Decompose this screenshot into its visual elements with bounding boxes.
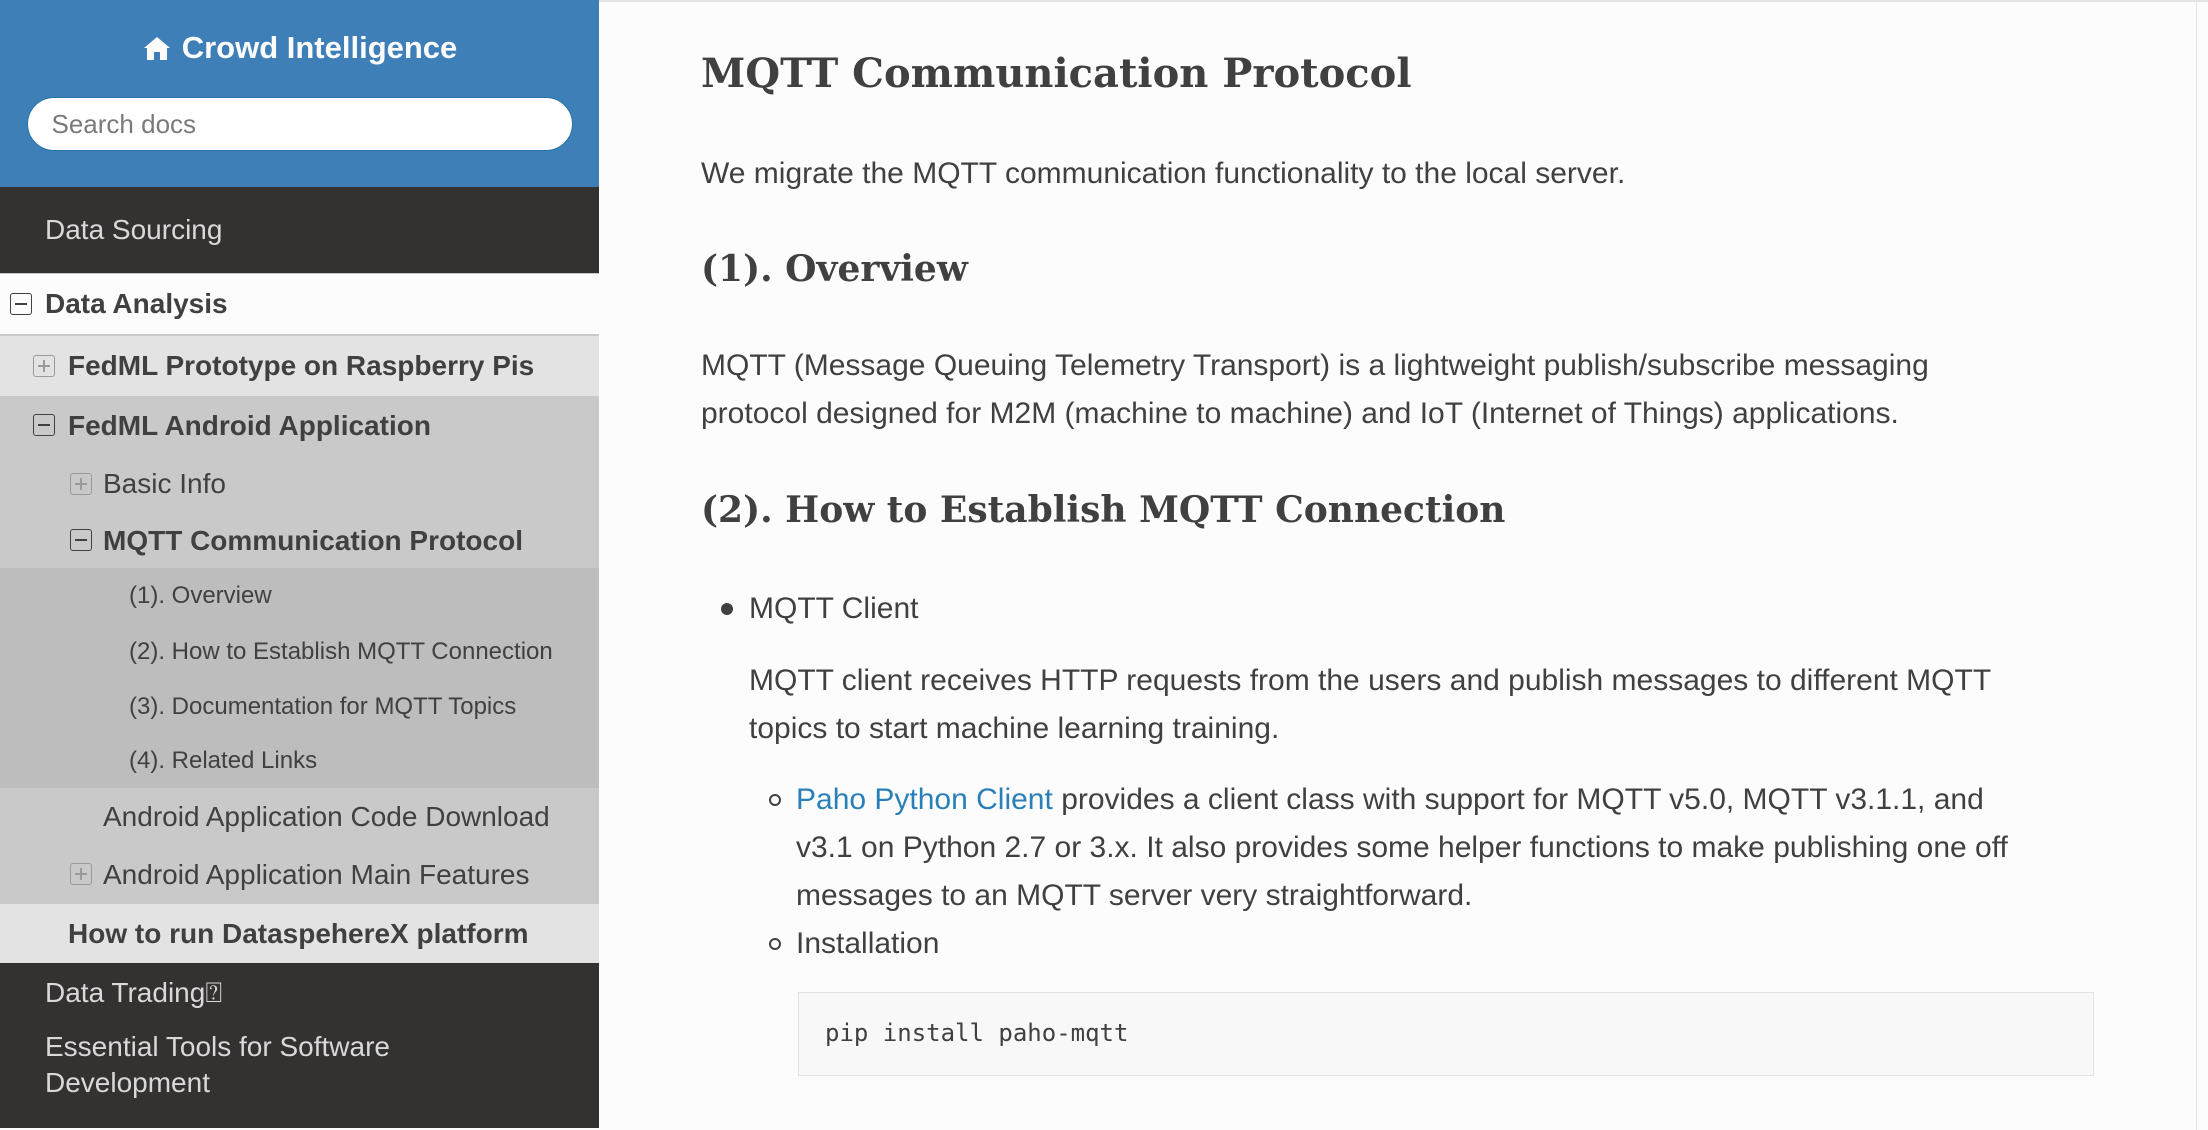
nav-item-label: Data Analysis: [45, 288, 228, 319]
section-heading-overview: (1). Overview: [701, 248, 968, 290]
nav-item-datasphere[interactable]: How to run DataspehereX platform: [0, 903, 599, 963]
nav-item-label: Basic Info: [103, 468, 226, 499]
expand-icon[interactable]: [70, 473, 92, 495]
nav-item-label: Data Sourcing: [45, 214, 223, 245]
brand-label: Crowd Intelligence: [181, 30, 458, 65]
install-command: pip install paho-mqtt: [825, 1019, 1129, 1047]
collapse-icon[interactable]: [70, 529, 92, 551]
sidebar-nav: Data Sourcing Data Analysis FedML Protot…: [0, 187, 599, 1113]
nav-item-main-features[interactable]: Android Application Main Features: [0, 846, 599, 903]
nav-item-label-line2: Development: [45, 1067, 210, 1098]
mqtt-client-paragraph-line2: topics to start machine learning trainin…: [749, 712, 1280, 745]
install-code-block[interactable]: pip install paho-mqtt: [798, 992, 2094, 1076]
paho-paragraph-line2: v3.1 on Python 2.7 or 3.x. It also provi…: [796, 831, 2008, 864]
nav-item-establish[interactable]: (2). How to Establish MQTT Connection: [0, 624, 599, 679]
nav-item-overview[interactable]: (1). Overview: [0, 568, 599, 624]
nav-item-label-line1: Essential Tools for Software: [45, 1031, 390, 1062]
collapse-icon[interactable]: [10, 293, 32, 315]
brand-link[interactable]: Crowd Intelligence: [142, 30, 458, 66]
section-heading-establish: (2). How to Establish MQTT Connection: [701, 489, 1506, 531]
nav-item-documentation[interactable]: (3). Documentation for MQTT Topics: [0, 679, 599, 734]
intro-paragraph: We migrate the MQTT communication functi…: [701, 157, 1626, 190]
home-icon: [143, 37, 170, 60]
collapse-icon[interactable]: [33, 414, 55, 436]
nav-item-fedml-android[interactable]: FedML Android Application: [0, 396, 599, 455]
nav-item-label: (4). Related Links: [129, 747, 318, 774]
nav-item-label: (1). Overview: [129, 582, 272, 609]
nav-item-label: FedML Android Application: [68, 409, 431, 441]
overview-paragraph-line1: MQTT (Message Queuing Telemetry Transpor…: [701, 349, 1929, 382]
nav-item-related-links[interactable]: (4). Related Links: [0, 734, 599, 788]
nav-item-essential-tools[interactable]: Essential Tools for Software Development: [0, 1023, 599, 1113]
mqtt-client-label: MQTT Client: [749, 592, 919, 625]
nav-item-label: FedML Prototype on Raspberry Pis: [68, 350, 535, 381]
nav-item-label: Data Trading⍰: [45, 976, 223, 1008]
paho-paragraph-text: provides a client class with support for…: [1061, 783, 1984, 816]
sidebar-header: Crowd Intelligence: [0, 0, 599, 187]
nav-item-label: (3). Documentation for MQTT Topics: [129, 692, 517, 720]
nav-item-label: Android Application Code Download: [103, 801, 550, 832]
installation-label: Installation: [796, 927, 940, 960]
nav-item-data-sourcing[interactable]: Data Sourcing: [0, 187, 599, 273]
search-input[interactable]: [26, 97, 573, 151]
bullet-circle-icon: [769, 938, 781, 950]
paho-python-client-link[interactable]: Paho Python Client: [796, 783, 1053, 816]
expand-icon[interactable]: [70, 863, 92, 885]
nav-item-data-analysis[interactable]: Data Analysis: [0, 273, 599, 335]
nav-item-label: Android Application Main Features: [103, 858, 530, 890]
mqtt-client-paragraph-line1: MQTT client receives HTTP requests from …: [749, 664, 1992, 697]
overview-paragraph-line2: protocol designed for M2M (machine to ma…: [701, 397, 1899, 430]
expand-icon[interactable]: [33, 355, 55, 377]
nav-item-data-trading[interactable]: Data Trading⍰: [0, 963, 599, 1023]
nav-item-basic-info[interactable]: Basic Info: [0, 455, 599, 513]
nav-item-label: How to run DataspehereX platform: [68, 917, 529, 949]
nav-item-mqtt-protocol[interactable]: MQTT Communication Protocol: [0, 513, 599, 568]
main-content: MQTT Communication Protocol We migrate t…: [599, 0, 2208, 1130]
paho-paragraph-line3: messages to an MQTT server very straight…: [796, 879, 1473, 912]
paho-paragraph-line1: Paho Python Client provides a client cla…: [796, 776, 1984, 824]
sidebar: Crowd Intelligence Data Sourcing Data An…: [0, 0, 599, 1128]
page-title: MQTT Communication Protocol: [701, 50, 1412, 97]
scrollbar-track[interactable]: [2196, 2, 2197, 1130]
nav-item-label: MQTT Communication Protocol: [103, 524, 523, 556]
bullet-circle-icon: [769, 794, 781, 806]
nav-item-fedml-prototype[interactable]: FedML Prototype on Raspberry Pis: [0, 335, 599, 396]
nav-item-label: (2). How to Establish MQTT Connection: [129, 637, 553, 665]
bullet-dot-icon: [721, 603, 733, 615]
nav-item-code-download[interactable]: Android Application Code Download: [0, 788, 599, 846]
